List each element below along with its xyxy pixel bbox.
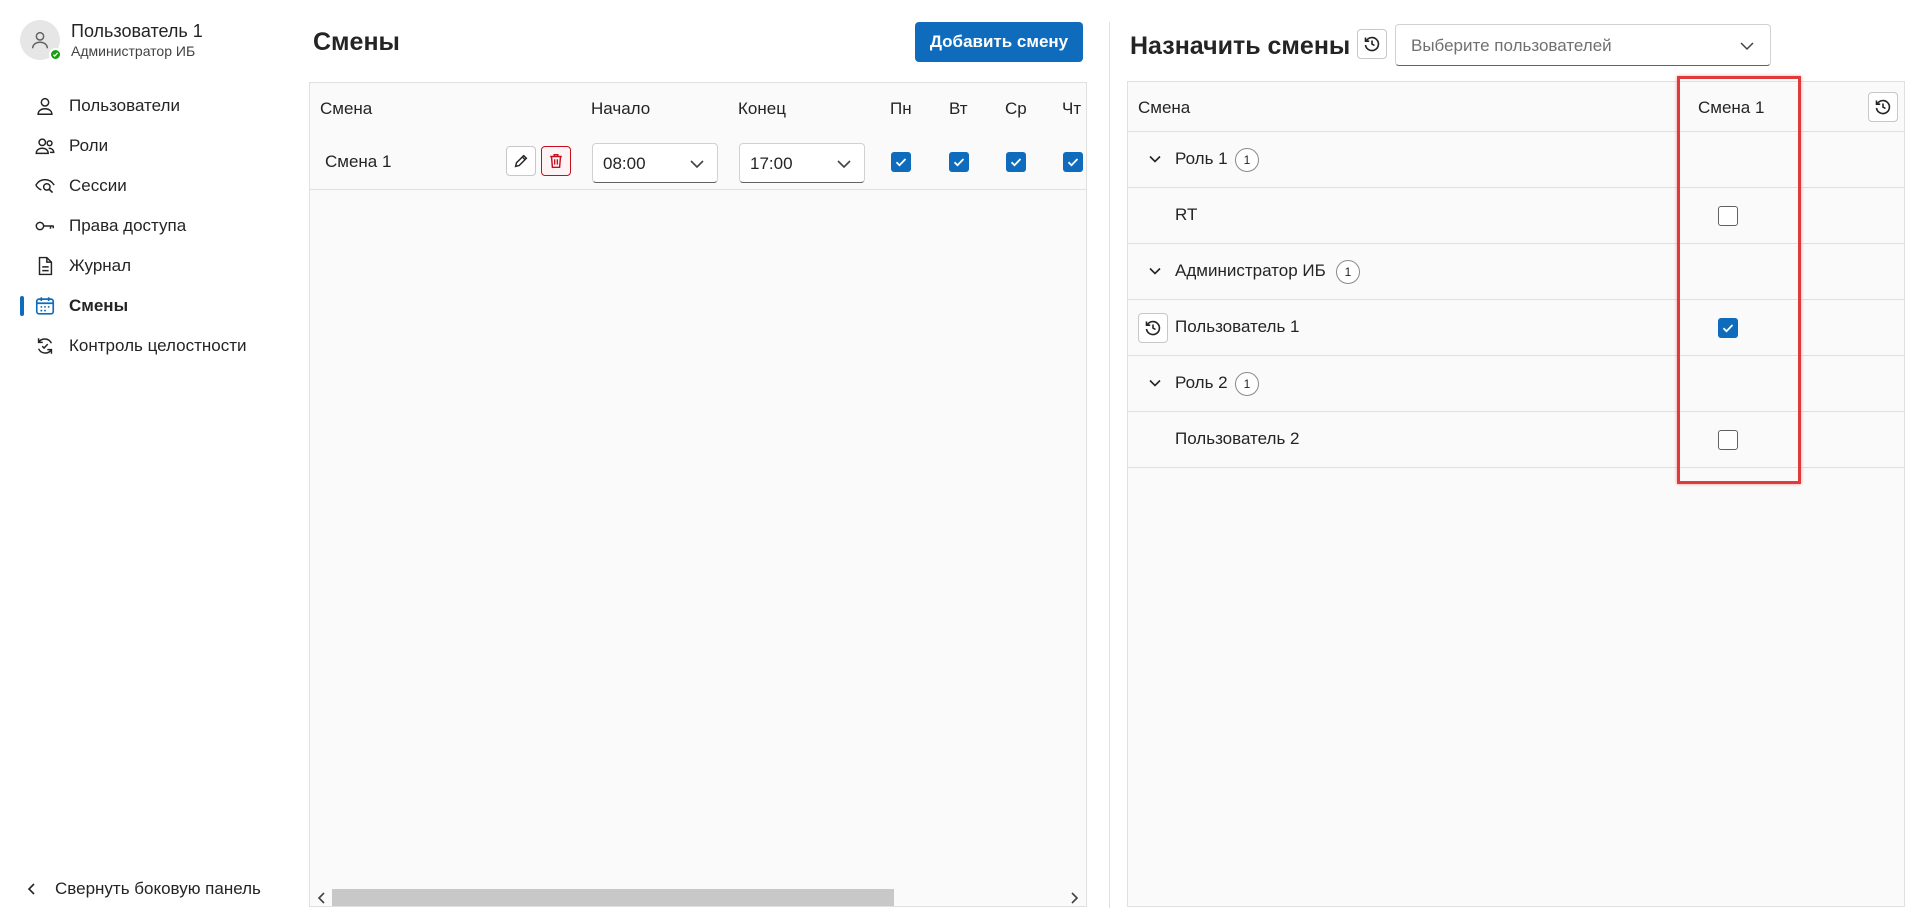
chevron-down-icon[interactable] bbox=[1148, 376, 1162, 390]
eye-search-icon bbox=[33, 174, 57, 198]
user-label: RT bbox=[1175, 205, 1198, 224]
nav-menu: Пользователи Роли Сессии Права доступа Ж… bbox=[0, 86, 300, 366]
reset-column-button[interactable] bbox=[1868, 92, 1898, 122]
table-row: Смена 1 08:00 17:00 bbox=[310, 83, 1086, 190]
user-select-dropdown[interactable]: Выберите пользователей bbox=[1395, 24, 1771, 66]
user-select-placeholder: Выберите пользователей bbox=[1411, 36, 1612, 55]
horizontal-scrollbar[interactable] bbox=[310, 884, 1086, 906]
start-time-value: 08:00 bbox=[603, 154, 646, 173]
nav-item-users[interactable]: Пользователи bbox=[0, 86, 300, 126]
highlight-box bbox=[1677, 76, 1801, 484]
user-role: Администратор ИБ bbox=[71, 43, 196, 59]
group-label: Роль 1 bbox=[1175, 149, 1228, 168]
nav-item-label: Роли bbox=[69, 136, 109, 155]
nav-item-journal[interactable]: Журнал bbox=[0, 246, 300, 286]
group-count-badge: 1 bbox=[1235, 372, 1259, 396]
calendar-icon bbox=[33, 294, 57, 318]
chevron-down-icon bbox=[837, 160, 851, 169]
column-header-shift[interactable]: Смена bbox=[1138, 98, 1190, 118]
document-icon bbox=[33, 254, 57, 278]
sync-icon bbox=[33, 334, 57, 358]
add-shift-button[interactable]: Добавить смену bbox=[915, 22, 1083, 62]
start-time-select[interactable]: 08:00 bbox=[592, 143, 718, 183]
nav-item-sessions[interactable]: Сессии bbox=[0, 166, 300, 206]
reset-assignments-button[interactable] bbox=[1357, 29, 1387, 59]
person-icon bbox=[33, 94, 57, 118]
nav-item-access-rights[interactable]: Права доступа bbox=[0, 206, 300, 246]
trash-icon bbox=[550, 153, 562, 169]
user-profile[interactable]: Пользователь 1 Администратор ИБ bbox=[20, 20, 203, 61]
group-count-badge: 1 bbox=[1235, 148, 1259, 172]
person-icon bbox=[31, 31, 49, 49]
scroll-left-icon[interactable] bbox=[314, 889, 330, 906]
panel-divider bbox=[1109, 22, 1110, 908]
shift-name: Смена 1 bbox=[325, 152, 392, 171]
history-icon bbox=[1145, 320, 1161, 336]
user-label: Пользователь 1 bbox=[1175, 317, 1300, 336]
chevron-left-icon bbox=[27, 883, 35, 895]
chevron-down-icon[interactable] bbox=[1148, 152, 1162, 166]
pencil-icon bbox=[514, 154, 528, 168]
end-time-select[interactable]: 17:00 bbox=[739, 143, 865, 183]
group-count-badge: 1 bbox=[1336, 260, 1360, 284]
chevron-down-icon bbox=[1740, 42, 1754, 51]
nav-item-label: Пользователи bbox=[69, 96, 180, 115]
shifts-title: Смены bbox=[313, 28, 400, 56]
scrollbar-thumb[interactable] bbox=[332, 889, 894, 906]
collapse-sidebar-button[interactable]: Свернуть боковую панель bbox=[25, 872, 261, 906]
chevron-down-icon[interactable] bbox=[1148, 264, 1162, 278]
nav-item-label: Контроль целостности bbox=[69, 336, 247, 355]
sidebar: Пользователь 1 Администратор ИБ Пользова… bbox=[0, 0, 300, 923]
group-label: Администратор ИБ bbox=[1175, 261, 1326, 280]
active-indicator bbox=[20, 296, 24, 316]
day-checkbox-wed[interactable] bbox=[1006, 152, 1026, 172]
user-name: Пользователь 1 bbox=[71, 21, 203, 41]
check-icon bbox=[953, 158, 965, 167]
scroll-right-icon[interactable] bbox=[1066, 889, 1082, 906]
app-window: Пользователь 1 Администратор ИБ Пользова… bbox=[0, 0, 1920, 923]
nav-item-label: Права доступа bbox=[69, 216, 187, 235]
nav-item-integrity[interactable]: Контроль целостности bbox=[0, 326, 300, 366]
nav-item-shifts[interactable]: Смены bbox=[0, 286, 300, 326]
check-icon bbox=[52, 52, 59, 57]
check-icon bbox=[1067, 158, 1079, 167]
nav-item-label: Журнал bbox=[69, 256, 132, 275]
history-icon bbox=[1875, 99, 1891, 115]
people-icon bbox=[33, 134, 57, 158]
day-checkbox-thu[interactable] bbox=[1063, 152, 1083, 172]
key-icon bbox=[33, 214, 57, 238]
assign-title: Назначить смены bbox=[1130, 32, 1351, 60]
check-icon bbox=[895, 158, 907, 167]
presence-badge bbox=[49, 48, 62, 61]
history-icon bbox=[1364, 36, 1380, 52]
nav-item-roles[interactable]: Роли bbox=[0, 126, 300, 166]
nav-item-label: Сессии bbox=[69, 176, 127, 195]
group-label: Роль 2 bbox=[1175, 373, 1228, 392]
day-checkbox-mon[interactable] bbox=[891, 152, 911, 172]
end-time-value: 17:00 bbox=[750, 154, 793, 173]
reset-row-button[interactable] bbox=[1138, 313, 1168, 343]
check-icon bbox=[1010, 158, 1022, 167]
delete-button[interactable] bbox=[541, 146, 571, 176]
chevron-down-icon bbox=[690, 160, 704, 169]
avatar bbox=[20, 20, 62, 61]
day-checkbox-tue[interactable] bbox=[949, 152, 969, 172]
user-label: Пользователь 2 bbox=[1175, 429, 1300, 448]
edit-button[interactable] bbox=[506, 146, 536, 176]
collapse-label: Свернуть боковую панель bbox=[55, 879, 261, 898]
nav-item-label: Смены bbox=[69, 296, 129, 315]
shifts-grid: Смена Начало Конец Пн Вт Ср Чт Смена 1 0… bbox=[309, 82, 1087, 907]
